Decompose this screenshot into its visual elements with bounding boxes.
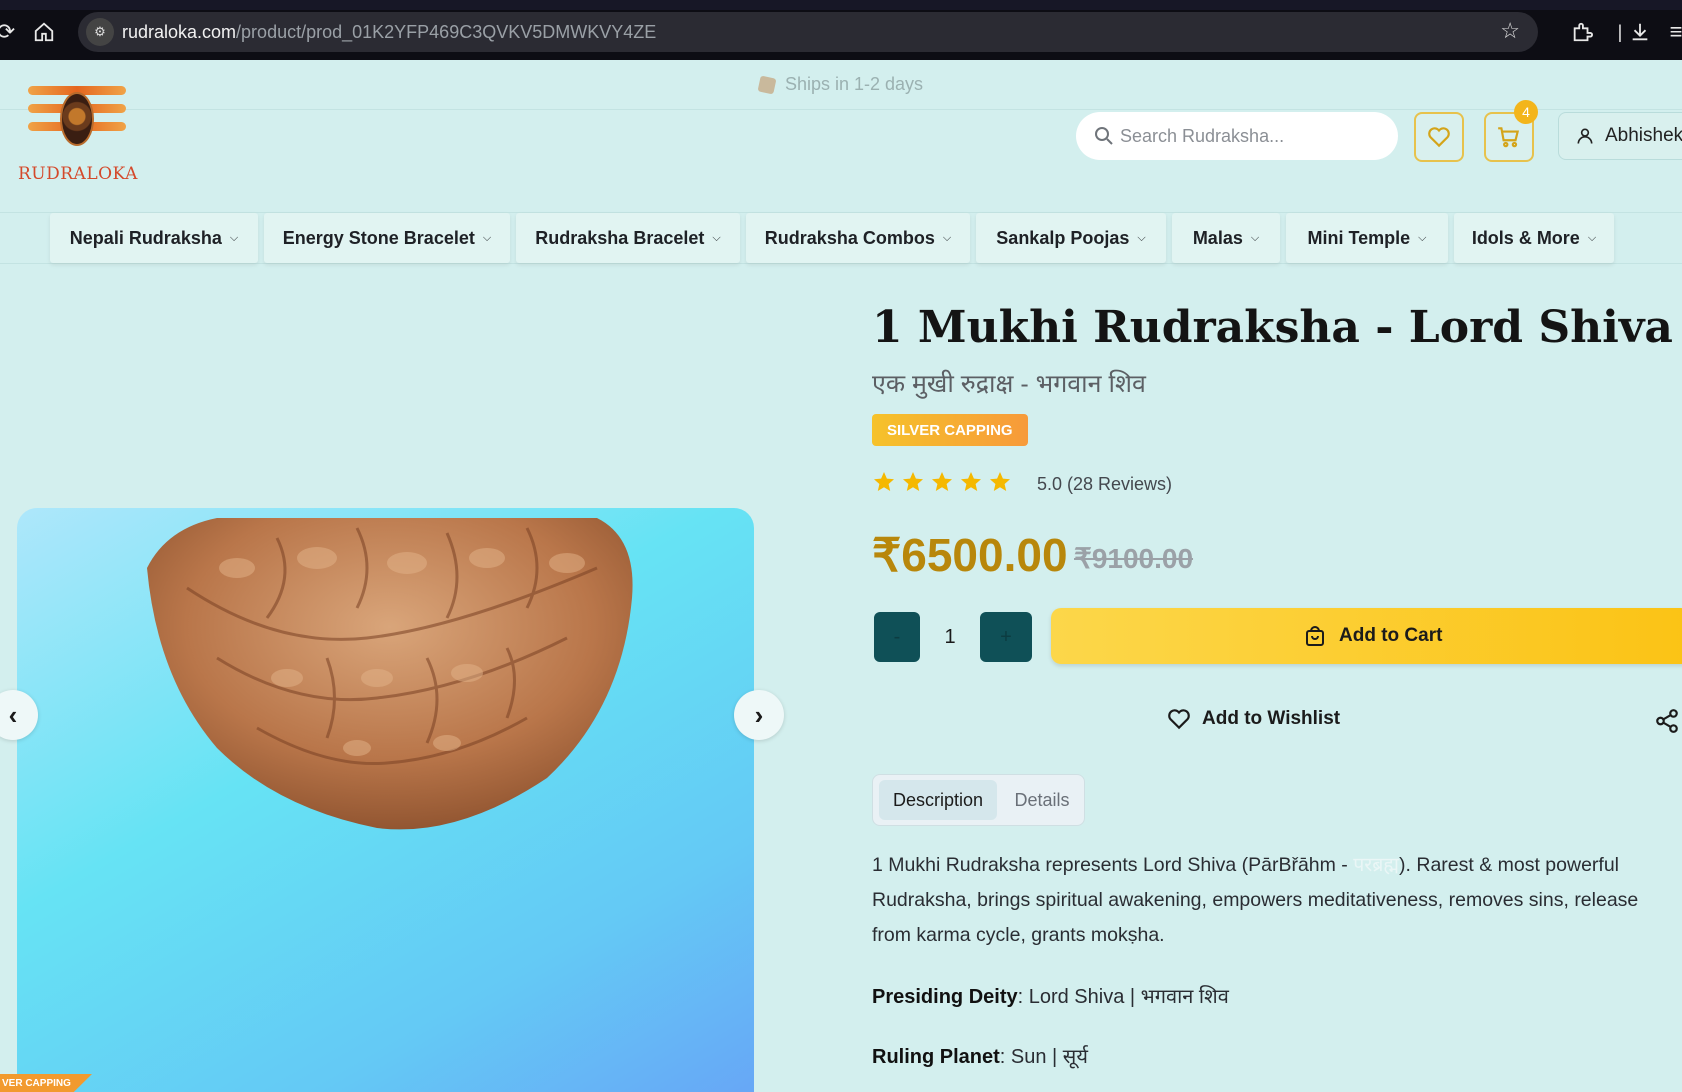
- nav-item-label: Malas: [1192, 227, 1243, 248]
- search-icon: [1095, 127, 1113, 145]
- ruling-planet-row: Ruling Planet: Sun | सूर्य: [872, 1042, 1088, 1069]
- nav-item-label: Idols & More: [1471, 227, 1580, 248]
- browser-tab-strip: [0, 0, 1682, 10]
- description-hindi-term: परब्रह्म: [1353, 854, 1400, 876]
- url-text[interactable]: rudraloka.com/product/prod_01K2YFP469C3Q…: [122, 22, 656, 43]
- description-text-start: 1 Mukhi Rudraksha represents Lord Shiva …: [872, 854, 1354, 876]
- package-icon: [757, 75, 777, 94]
- search-input[interactable]: [1120, 118, 1380, 154]
- product-description: 1 Mukhi Rudraksha represents Lord Shiva …: [872, 848, 1672, 953]
- url-host: rudraloka.com: [122, 22, 237, 42]
- shopping-bag-icon: [1306, 626, 1324, 646]
- product-subtitle-hindi: एक मुखी रुद्राक्ष - भगवान शिव: [872, 370, 1146, 398]
- chevron-down-icon: ⌵: [1418, 231, 1427, 244]
- share-icon[interactable]: [1654, 708, 1680, 734]
- quantity-increase-button[interactable]: +: [980, 612, 1032, 662]
- user-account-button[interactable]: Abhishek: [1558, 112, 1682, 160]
- quantity-decrease-button[interactable]: -: [874, 612, 920, 662]
- nav-item-energy-stone-bracelet[interactable]: Energy Stone Bracelet ⌵: [264, 213, 510, 263]
- ruling-planet-label: Ruling Planet: [872, 1046, 1000, 1068]
- add-to-wishlist-label: Add to Wishlist: [1202, 708, 1341, 729]
- nav-item-rudraksha-bracelet[interactable]: Rudraksha Bracelet ⌵: [516, 213, 740, 263]
- current-price: ₹6500.00: [872, 529, 1068, 581]
- ruling-planet-value: : Sun | सूर्य: [999, 1046, 1088, 1068]
- wishlist-button[interactable]: [1414, 112, 1464, 162]
- nav-item-sankalp-poojas[interactable]: Sankalp Poojas ⌵: [976, 213, 1166, 263]
- product-image[interactable]: [17, 508, 754, 1092]
- user-icon: [1577, 128, 1593, 144]
- star-icon: [990, 472, 1010, 491]
- user-name: Abhishek: [1605, 125, 1682, 146]
- chevron-down-icon: ⌵: [942, 231, 952, 244]
- nav-item-mini-temple[interactable]: Mini Temple ⌵: [1286, 213, 1448, 263]
- product-tabs: Description Details: [872, 774, 1085, 826]
- capping-badge: SILVER CAPPING: [872, 414, 1028, 446]
- rudraksha-bead-image: [147, 518, 633, 830]
- nav-item-nepali-rudraksha[interactable]: Nepali Rudraksha ⌵: [50, 213, 258, 263]
- category-nav: Nepali Rudraksha ⌵ Energy Stone Bracelet ⌵…: [0, 212, 1682, 264]
- product-title: 1 Mukhi Rudraksha - Lord Shiva: [872, 302, 1673, 353]
- next-image-button[interactable]: ›: [734, 690, 784, 740]
- chevron-right-icon: ›: [754, 699, 764, 730]
- nav-item-label: Mini Temple: [1307, 227, 1411, 248]
- chevron-down-icon: ⌵: [712, 231, 721, 244]
- address-bar[interactable]: ⚙ rudraloka.com/product/prod_01K2YFP469C…: [78, 12, 1538, 52]
- url-path: /product/prod_01K2YFP469C3QVKV5DMWKVY4ZE: [236, 22, 657, 42]
- star-icon: [874, 472, 894, 491]
- heart-icon: [1428, 127, 1450, 148]
- site-info-icon[interactable]: ⚙: [86, 18, 114, 46]
- shipping-text: Ships in 1-2 days: [784, 74, 924, 94]
- nav-item-rudraksha-combos[interactable]: Rudraksha Combos ⌵: [746, 213, 970, 263]
- rating-stars: [872, 470, 1012, 494]
- rating-text[interactable]: 5.0 (28 Reviews): [1037, 474, 1172, 495]
- search-box[interactable]: [1076, 112, 1398, 160]
- tab-description[interactable]: Description: [879, 780, 997, 820]
- extensions-icon[interactable]: [1562, 12, 1602, 52]
- cart-button[interactable]: 4: [1484, 100, 1538, 162]
- star-icon: [961, 472, 981, 491]
- nav-item-idols-and-more[interactable]: Idols & More ⌵: [1454, 213, 1614, 263]
- nav-item-malas[interactable]: Malas ⌵: [1172, 213, 1280, 263]
- tab-details[interactable]: Details: [1003, 780, 1081, 820]
- chevron-left-icon: ‹: [8, 699, 18, 730]
- chevron-down-icon: ⌵: [229, 231, 239, 244]
- chevron-down-icon: ⌵: [1250, 231, 1260, 244]
- chevron-down-icon: ⌵: [1137, 231, 1146, 244]
- bookmark-star-icon[interactable]: ☆: [1500, 18, 1520, 44]
- add-to-cart-button[interactable]: Add to Cart: [1051, 608, 1682, 664]
- shipping-banner: Ships in 1-2 days: [0, 60, 1682, 110]
- star-icon: [932, 472, 952, 491]
- add-to-cart-label: Add to Cart: [1339, 625, 1443, 646]
- cart-count-badge: 4: [1514, 100, 1538, 124]
- logo-rudraksha-emblem: [60, 92, 94, 146]
- presiding-deity-label: Presiding Deity: [872, 986, 1018, 1008]
- original-price: ₹9100.00: [1074, 543, 1194, 574]
- add-to-wishlist-button[interactable]: Add to Wishlist: [1166, 706, 1340, 732]
- quantity-value: 1: [944, 626, 956, 648]
- nav-item-label: Sankalp Poojas: [996, 227, 1130, 248]
- home-icon[interactable]: [24, 12, 64, 52]
- browser-toolbar: ⟳ ⚙ rudraloka.com/product/prod_01K2YFP46…: [0, 0, 1682, 60]
- heart-icon: [1168, 709, 1190, 730]
- star-icon: [903, 472, 923, 491]
- reload-icon[interactable]: ⟳: [0, 12, 26, 52]
- chevron-down-icon: ⌵: [1587, 231, 1597, 244]
- chevron-down-icon: ⌵: [482, 231, 492, 244]
- presiding-deity-value: : Lord Shiva | भगवान शिव: [1017, 986, 1229, 1008]
- presiding-deity-row: Presiding Deity: Lord Shiva | भगवान शिव: [872, 982, 1229, 1009]
- nav-item-label: Rudraksha Bracelet: [535, 227, 705, 248]
- downloads-icon[interactable]: [1620, 12, 1660, 52]
- menu-icon[interactable]: ≡: [1656, 12, 1682, 52]
- nav-item-label: Nepali Rudraksha: [69, 227, 222, 248]
- nav-item-label: Energy Stone Bracelet: [282, 227, 475, 248]
- nav-item-label: Rudraksha Combos: [764, 227, 935, 248]
- logo-wordmark: RUDRALOKA: [18, 164, 138, 184]
- site-logo[interactable]: RUDRALOKA: [18, 80, 138, 186]
- cart-icon: [1498, 127, 1520, 148]
